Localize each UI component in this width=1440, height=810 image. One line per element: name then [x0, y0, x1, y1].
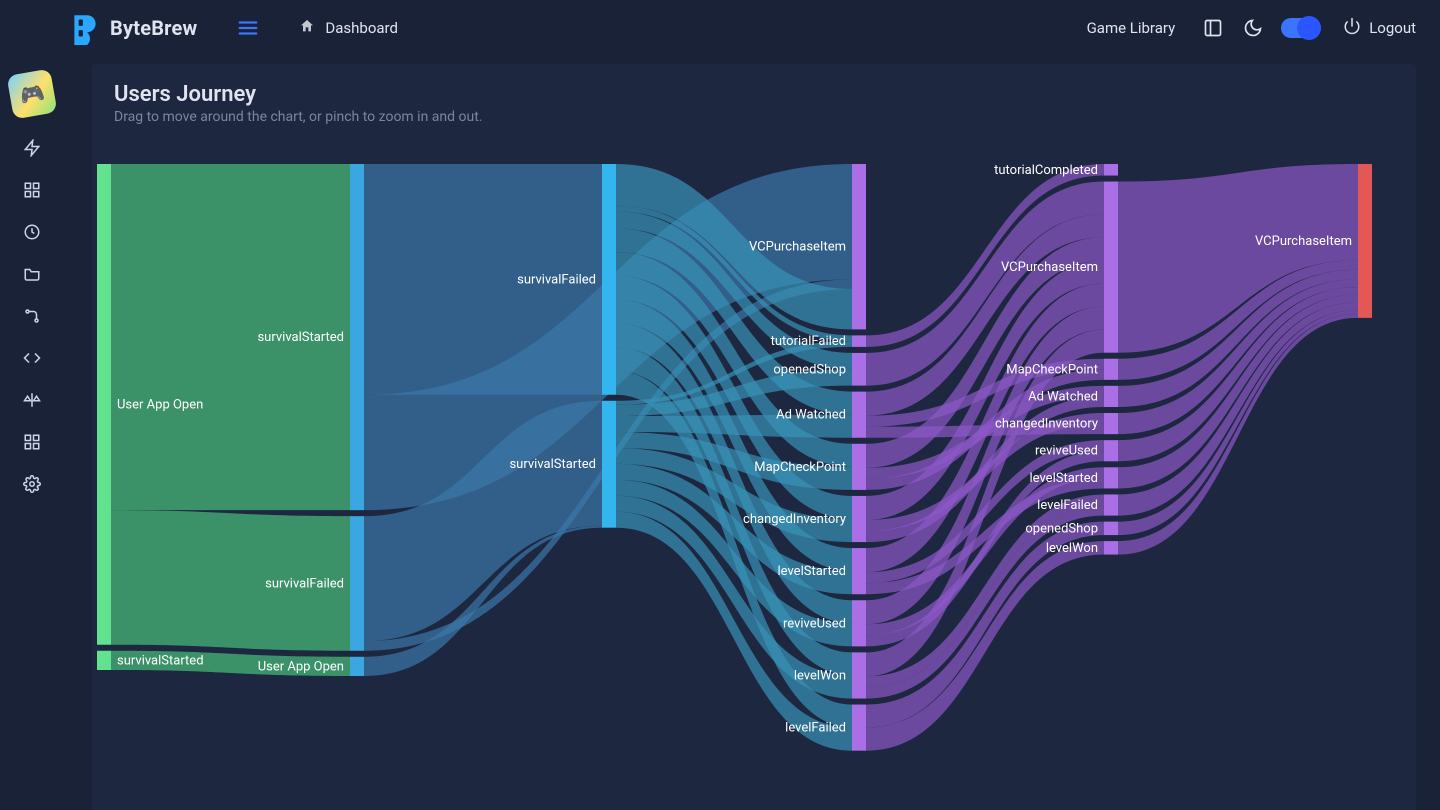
sankey-node-label: levelFailed: [1037, 498, 1098, 513]
topbar: ByteBrew Dashboard Game Library Logout: [0, 0, 1440, 56]
sankey-node-label: levelWon: [794, 668, 846, 683]
sankey-node[interactable]: [852, 335, 866, 347]
menu-toggle-icon[interactable]: [237, 17, 259, 39]
flow-icon[interactable]: [22, 306, 42, 326]
home-icon: [299, 18, 315, 38]
logout-label: Logout: [1369, 19, 1416, 37]
sankey-node-label: tutorialFailed: [771, 334, 846, 349]
bolt-icon[interactable]: [22, 138, 42, 158]
scale-icon[interactable]: [22, 390, 42, 410]
sankey-node[interactable]: [1104, 413, 1118, 434]
sankey-node-label: changedInventory: [995, 417, 1098, 432]
game-library-link[interactable]: Game Library: [1079, 13, 1184, 43]
sankey-node-label: Ad Watched: [1028, 389, 1098, 404]
sankey-node[interactable]: [1104, 440, 1118, 461]
sidebar: 🎮: [0, 0, 64, 810]
sankey-node-label: survivalStarted: [509, 457, 596, 472]
page-title: Users Journey: [114, 82, 1394, 107]
sankey-node[interactable]: [852, 392, 866, 438]
sankey-node-label: openedShop: [773, 362, 846, 377]
sankey-node[interactable]: [852, 444, 866, 490]
moon-icon[interactable]: [1243, 18, 1263, 38]
sankey-node[interactable]: [852, 353, 866, 386]
brand[interactable]: ByteBrew: [68, 11, 197, 45]
brand-logo-icon: [68, 11, 102, 45]
sankey-node-label: MapCheckPoint: [1006, 362, 1098, 377]
code-icon[interactable]: [22, 348, 42, 368]
sankey-node[interactable]: [97, 164, 111, 645]
sankey-node[interactable]: [1104, 182, 1118, 353]
sankey-node-label: survivalFailed: [517, 272, 596, 287]
sankey-node[interactable]: [1104, 541, 1118, 554]
sankey-node-label: reviveUsed: [1035, 444, 1098, 459]
sankey-svg[interactable]: User App Open survivalStarted survivalStar…: [92, 164, 1392, 810]
layout-icon[interactable]: [1203, 18, 1223, 38]
sankey-node[interactable]: [852, 600, 866, 646]
sankey-node-label: levelWon: [1046, 541, 1098, 556]
sankey-node-label: User App Open: [258, 659, 344, 674]
sankey-node-label: reviveUsed: [783, 616, 846, 631]
sankey-node-label: levelFailed: [785, 721, 846, 736]
selected-game-icon[interactable]: 🎮: [7, 69, 58, 120]
sankey-node[interactable]: [852, 164, 866, 329]
sankey-node-label: MapCheckPoint: [754, 460, 846, 475]
dark-mode-toggle[interactable]: [1281, 18, 1321, 38]
sankey-node[interactable]: [350, 516, 364, 651]
sankey-node[interactable]: [1104, 522, 1118, 535]
sankey-node-label: changedInventory: [743, 512, 846, 527]
brand-name: ByteBrew: [110, 16, 197, 40]
sankey-node[interactable]: [1104, 467, 1118, 488]
logout-button[interactable]: Logout: [1343, 17, 1416, 39]
sankey-node[interactable]: [602, 164, 616, 395]
sankey-node-label: User App Open: [117, 397, 203, 412]
sankey-node[interactable]: [852, 548, 866, 594]
sankey-node-label: Ad Watched: [776, 408, 846, 423]
sankey-node[interactable]: [1104, 386, 1118, 407]
sankey-node[interactable]: [350, 657, 364, 676]
toggle-knob: [1297, 16, 1321, 40]
sankey-node[interactable]: [852, 705, 866, 751]
grid-icon[interactable]: [22, 180, 42, 200]
sankey-node-label: levelStarted: [1030, 471, 1099, 486]
gear-icon[interactable]: [22, 474, 42, 494]
sankey-node[interactable]: [602, 401, 616, 528]
sankey-node[interactable]: [350, 164, 364, 510]
power-icon: [1343, 17, 1361, 39]
sankey-chart[interactable]: User App Open survivalStarted survivalStar…: [92, 164, 1416, 810]
sankey-node-label: survivalFailed: [265, 576, 344, 591]
sankey-node[interactable]: [852, 496, 866, 542]
folder-icon[interactable]: [22, 264, 42, 284]
sankey-node[interactable]: [1104, 164, 1118, 176]
activity-icon[interactable]: [22, 222, 42, 242]
sankey-node-label: VCPurchaseItem: [749, 240, 846, 255]
sankey-node[interactable]: [1358, 164, 1372, 318]
sankey-node[interactable]: [1104, 359, 1118, 380]
sankey-node-label: VCPurchaseItem: [1255, 234, 1352, 249]
breadcrumb-label: Dashboard: [325, 19, 398, 37]
sankey-node-label: tutorialCompleted: [994, 164, 1098, 178]
sankey-node-label: survivalStarted: [117, 653, 204, 668]
sankey-node-label: VCPurchaseItem: [1001, 260, 1098, 275]
page-subtitle: Drag to move around the chart, or pinch …: [114, 109, 1394, 125]
sankey-node-label: survivalStarted: [257, 330, 344, 345]
sankey-node-label: openedShop: [1025, 521, 1098, 536]
sankey-node[interactable]: [97, 651, 111, 670]
sankey-node[interactable]: [852, 652, 866, 698]
sankey-node[interactable]: [1104, 494, 1118, 515]
content-panel: Users Journey Drag to move around the ch…: [92, 64, 1416, 810]
apps-icon[interactable]: [22, 432, 42, 452]
breadcrumb[interactable]: Dashboard: [299, 18, 398, 38]
sankey-node-label: levelStarted: [778, 564, 847, 579]
